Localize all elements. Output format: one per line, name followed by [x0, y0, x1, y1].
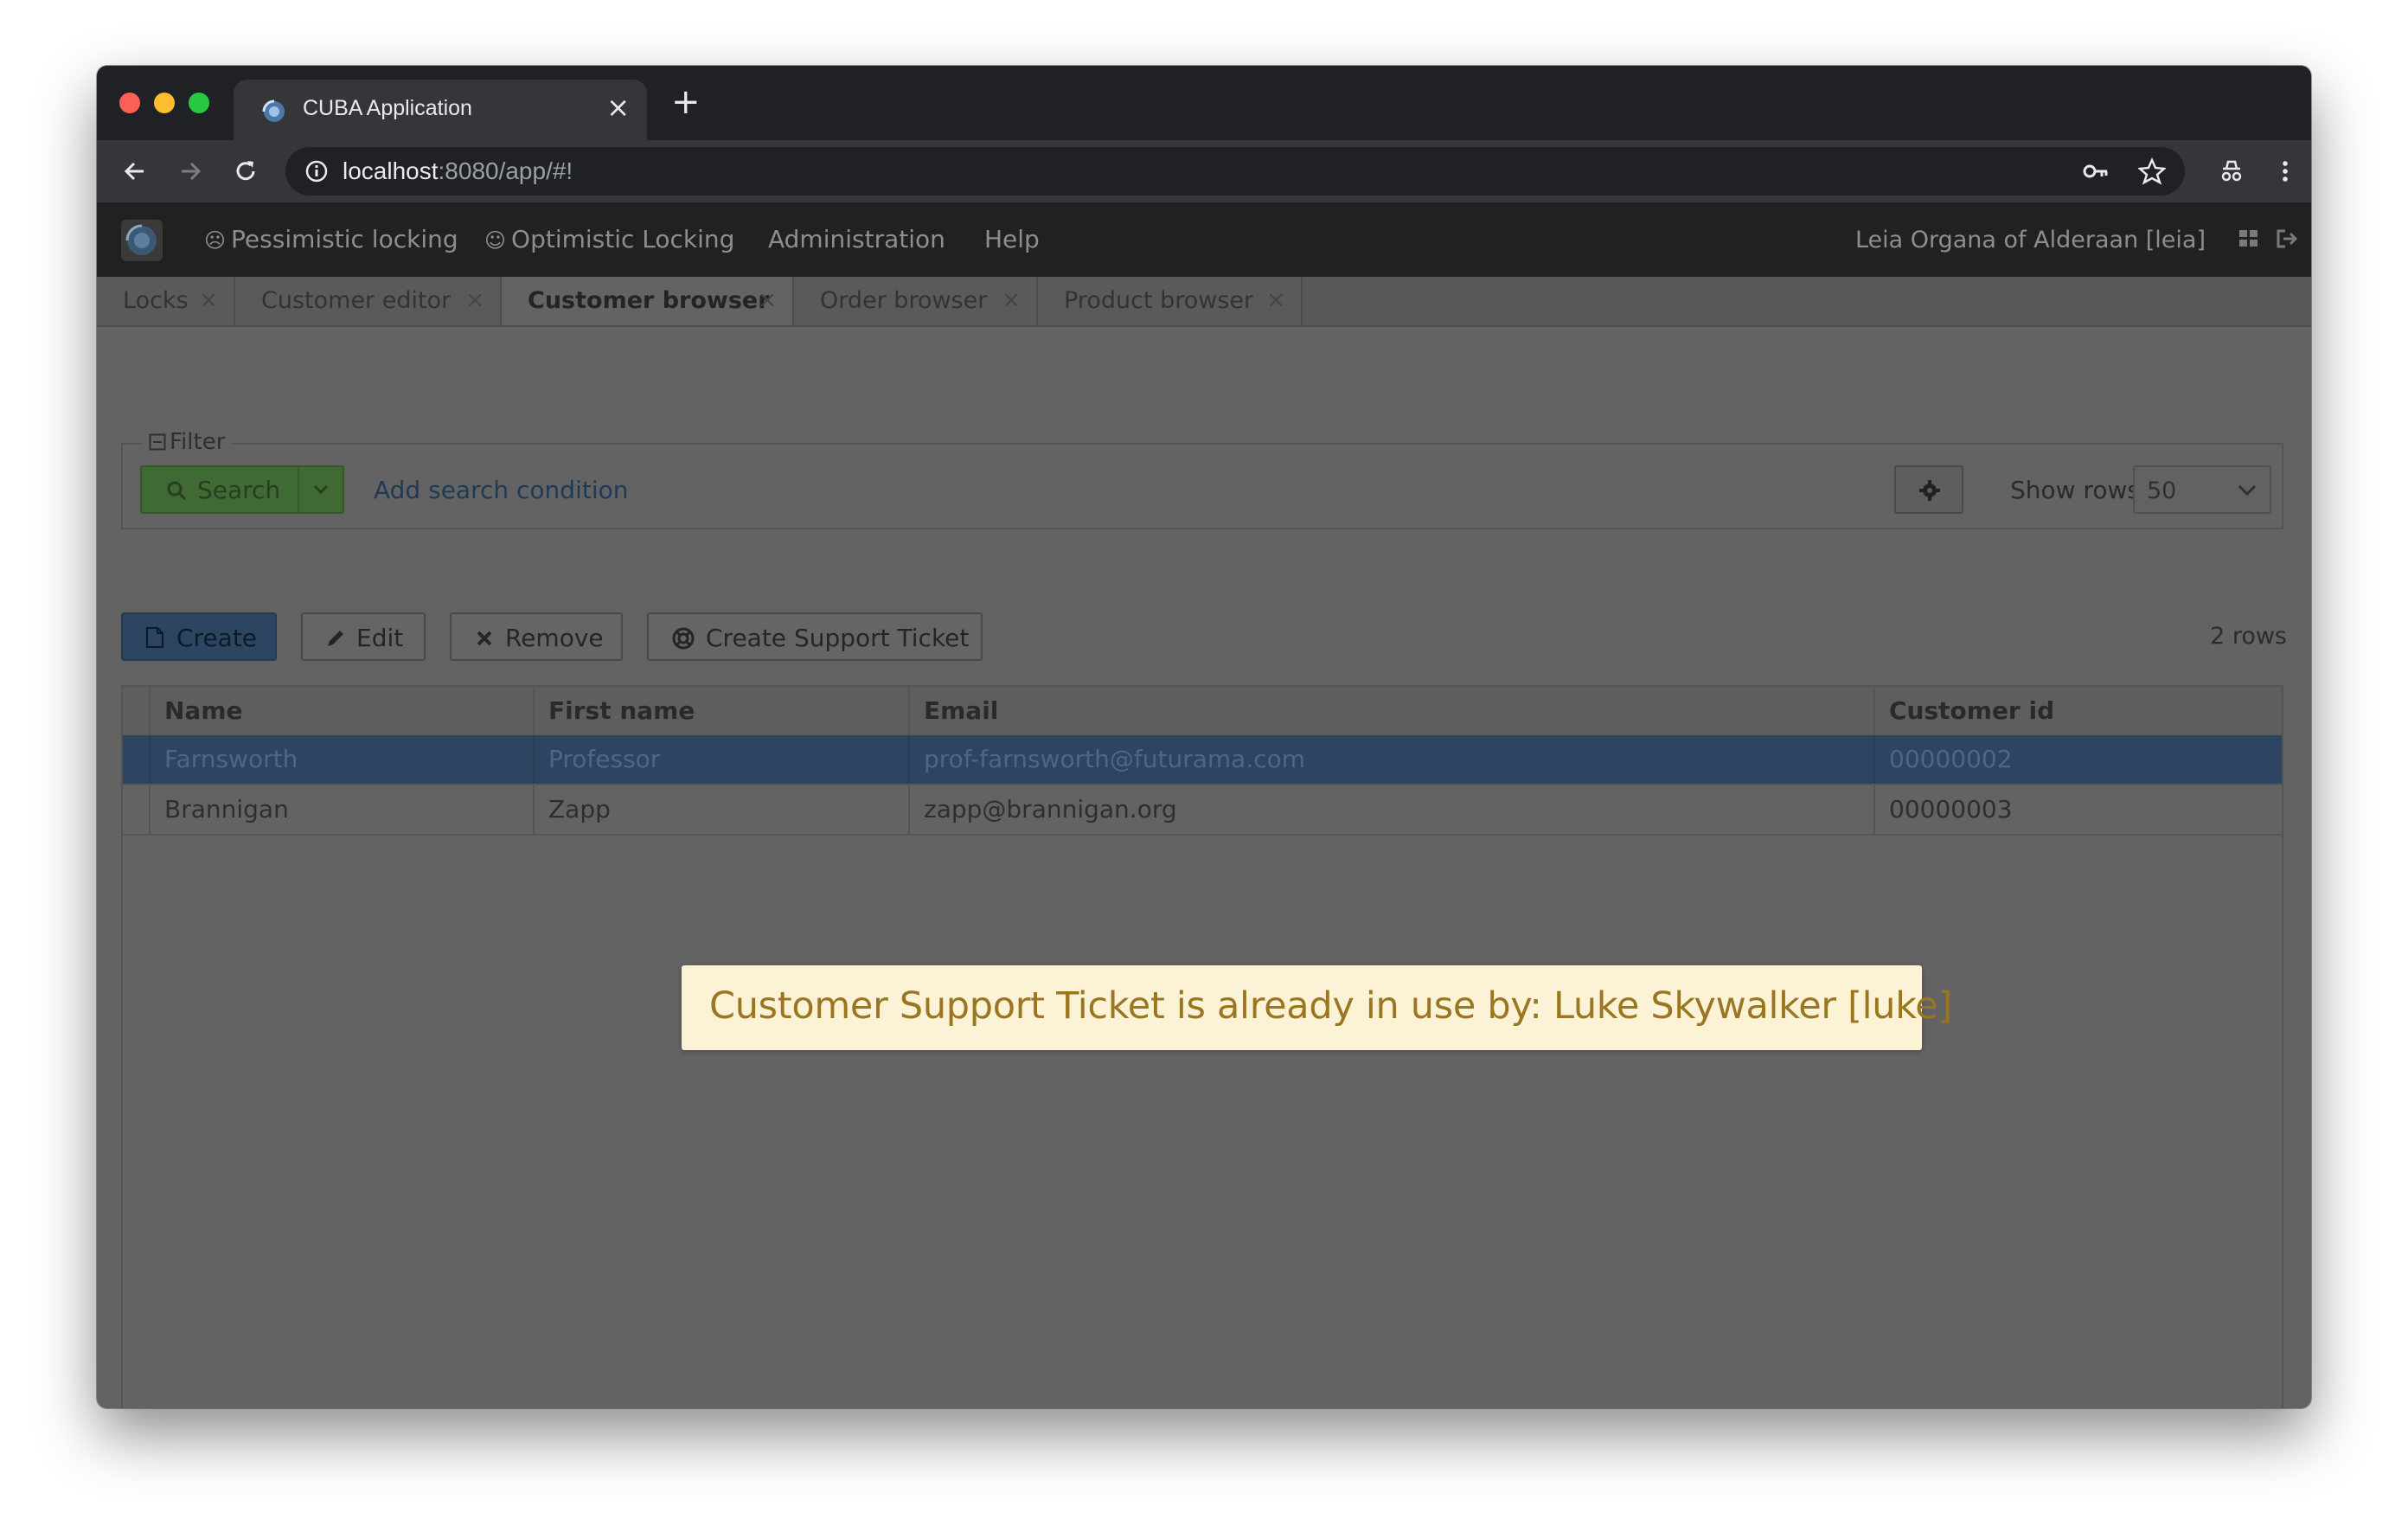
- tab-product-browser[interactable]: Product browser ×: [1038, 277, 1303, 325]
- tab-close-icon[interactable]: ×: [758, 287, 777, 313]
- forward-arrow-icon[interactable]: [176, 157, 204, 185]
- maximize-window-button[interactable]: [189, 93, 209, 113]
- tab-close-icon[interactable]: ×: [1266, 287, 1285, 313]
- search-button[interactable]: Search: [140, 465, 344, 514]
- new-tab-button[interactable]: +: [671, 85, 701, 119]
- url-text[interactable]: localhost:8080/app/#!: [343, 157, 573, 185]
- tab-locks[interactable]: Locks ×: [97, 277, 235, 325]
- pencil-icon: [328, 631, 343, 646]
- tab-order-browser[interactable]: Order browser ×: [794, 277, 1038, 325]
- column-header-name[interactable]: Name: [149, 687, 533, 735]
- smile-icon: ☺: [484, 228, 507, 253]
- tab-close-icon[interactable]: ×: [465, 287, 484, 313]
- app-logo-icon[interactable]: [121, 220, 163, 261]
- column-header-first-name[interactable]: First name: [533, 687, 908, 735]
- logout-icon[interactable]: [2275, 227, 2299, 251]
- cuba-favicon-icon: [262, 99, 285, 122]
- gear-icon: [1919, 480, 1940, 501]
- search-icon: [167, 481, 187, 501]
- app-menubar: ☹ Pessimistic locking ☺ Optimistic Locking…: [97, 202, 2311, 277]
- browser-tab[interactable]: CUBA Application ×: [234, 80, 647, 140]
- close-window-button[interactable]: [119, 93, 140, 113]
- new-window-icon[interactable]: [2237, 227, 2261, 251]
- menu-pessimistic-locking[interactable]: ☹ Pessimistic locking: [204, 225, 458, 253]
- chevron-down-icon[interactable]: [311, 481, 330, 498]
- info-icon[interactable]: [304, 159, 329, 183]
- reload-icon[interactable]: [232, 157, 259, 185]
- app-area: ☹ Pessimistic locking ☺ Optimistic Locking…: [97, 202, 2311, 1408]
- key-icon[interactable]: [2083, 159, 2109, 183]
- menu-help[interactable]: Help: [984, 225, 1040, 253]
- table-header: Name First name Email Customer id: [123, 687, 2282, 737]
- work-tabs: Locks × Customer editor × Customer brows…: [97, 277, 2311, 327]
- filter-legend[interactable]: Filter: [142, 429, 233, 455]
- more-menu-icon[interactable]: [2271, 157, 2299, 185]
- remove-button[interactable]: Remove: [450, 612, 623, 661]
- close-icon: [477, 631, 492, 646]
- bookmark-star-icon[interactable]: [2138, 157, 2166, 185]
- frown-icon: ☹: [204, 228, 227, 253]
- life-ring-icon: [672, 627, 695, 650]
- address-bar[interactable]: localhost:8080/app/#!: [285, 147, 2185, 195]
- browser-toolbar: localhost:8080/app/#!: [97, 140, 2311, 202]
- minimize-window-button[interactable]: [154, 93, 175, 113]
- tab-close-icon[interactable]: ×: [199, 287, 218, 313]
- menu-administration[interactable]: Administration: [768, 225, 945, 253]
- create-support-ticket-button[interactable]: Create Support Ticket: [647, 612, 983, 661]
- table-row[interactable]: Brannigan Zapp zapp@brannigan.org 000000…: [123, 785, 2282, 836]
- tab-close-icon[interactable]: ×: [606, 92, 630, 123]
- current-user[interactable]: Leia Organa of Alderaan [leia]: [1855, 227, 2206, 253]
- tab-customer-editor[interactable]: Customer editor ×: [235, 277, 502, 325]
- show-rows-select[interactable]: 50: [2133, 465, 2271, 514]
- notification-text: Customer Support Ticket is already in us…: [709, 984, 1952, 1028]
- column-header-email[interactable]: Email: [908, 687, 1873, 735]
- edit-button[interactable]: Edit: [301, 612, 426, 661]
- file-icon: [146, 627, 163, 648]
- menu-optimistic-locking[interactable]: ☺ Optimistic Locking: [484, 225, 734, 253]
- add-search-condition-link[interactable]: Add search condition: [374, 476, 628, 504]
- table-row[interactable]: Farnsworth Professor prof-farnsworth@fut…: [123, 735, 2282, 785]
- collapse-icon[interactable]: [149, 433, 166, 451]
- column-header-customer-id[interactable]: Customer id: [1873, 687, 2282, 735]
- back-arrow-icon[interactable]: [121, 157, 149, 185]
- tab-customer-browser[interactable]: Customer browser ×: [502, 277, 794, 325]
- filter-panel: Filter Search Add search condition Show …: [121, 429, 2283, 529]
- lock-notification[interactable]: Customer Support Ticket is already in us…: [682, 965, 1952, 1050]
- create-button[interactable]: Create: [121, 612, 277, 661]
- browser-tabstrip: CUBA Application × +: [97, 66, 2311, 140]
- filter-settings-button[interactable]: [1894, 465, 1963, 514]
- incognito-icon[interactable]: [2218, 157, 2245, 185]
- rows-count: 2 rows: [2210, 623, 2287, 650]
- tab-close-icon[interactable]: ×: [1002, 287, 1021, 313]
- chevron-down-icon: [2238, 484, 2257, 497]
- show-rows-label: Show rows: [2010, 476, 2140, 504]
- browser-tab-title: CUBA Application: [303, 96, 472, 120]
- browser-window: CUBA Application × + localhost:8080/app/…: [97, 66, 2311, 1408]
